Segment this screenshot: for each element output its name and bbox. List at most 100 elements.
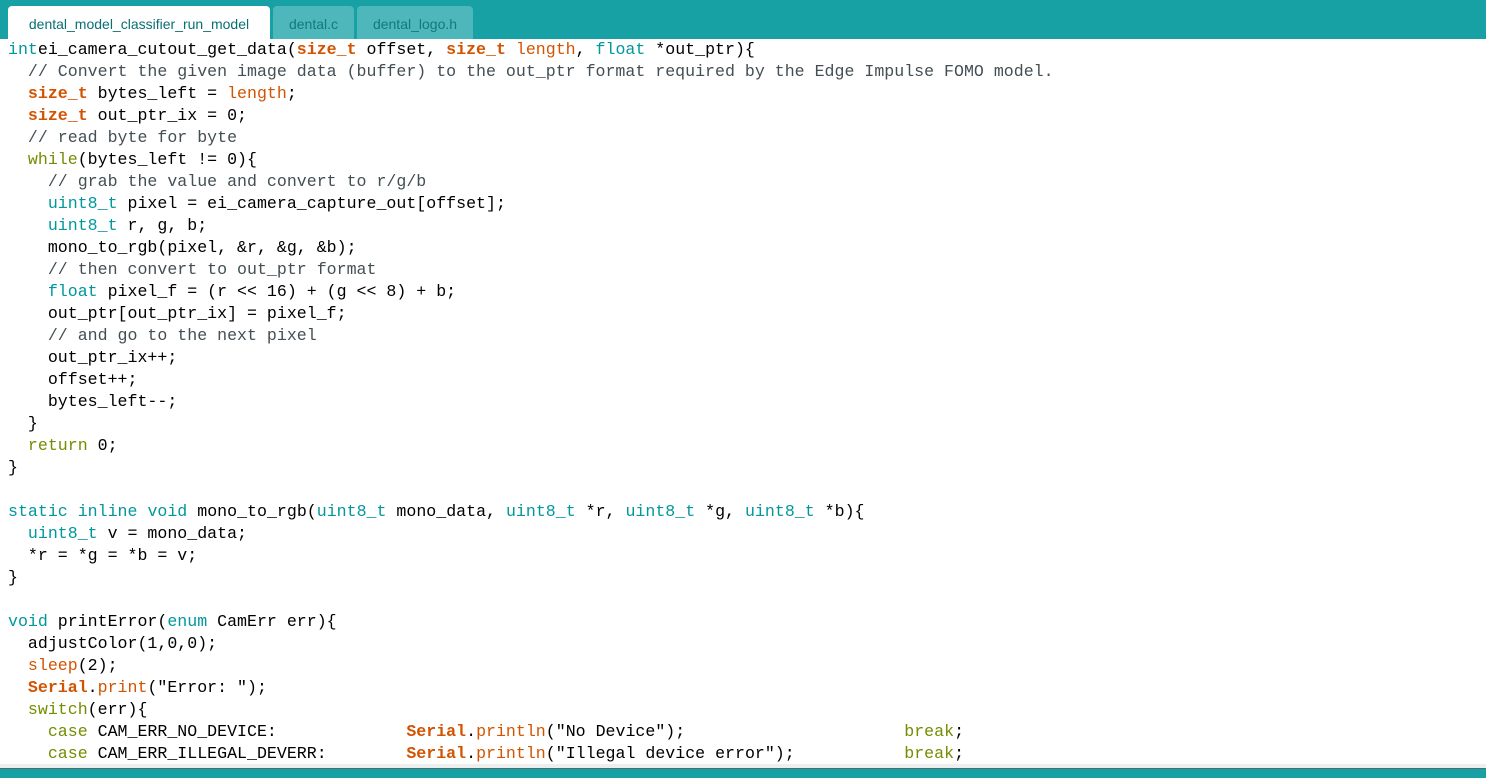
code-token: Serial: [406, 722, 467, 741]
code-line[interactable]: ​: [8, 589, 1054, 611]
code-line[interactable]: void printError(enum CamErr err){: [8, 611, 1054, 633]
code-line[interactable]: // then convert to out_ptr format: [8, 259, 1054, 281]
code-token: printError(: [47, 612, 168, 631]
code-token: sleep: [27, 656, 78, 675]
code-text[interactable]: intei_camera_cutout_get_data(size_t offs…: [8, 39, 1054, 764]
code-token: Serial: [406, 744, 467, 763]
code-line[interactable]: switch(err){: [8, 699, 1054, 721]
code-token: }: [8, 458, 18, 477]
code-line[interactable]: uint8_t v = mono_data;: [8, 523, 1054, 545]
code-token: }: [8, 414, 38, 433]
code-token: inline: [77, 502, 138, 521]
code-token: pixel_f = (r << 16) + (g << 8) + b;: [97, 282, 457, 301]
code-line[interactable]: }: [8, 413, 1054, 435]
code-token: offset,: [356, 40, 447, 59]
code-line[interactable]: size_t out_ptr_ix = 0;: [8, 105, 1054, 127]
code-token: size_t: [27, 106, 88, 125]
code-line[interactable]: return 0;: [8, 435, 1054, 457]
code-line[interactable]: static inline void mono_to_rgb(uint8_t m…: [8, 501, 1054, 523]
code-line[interactable]: intei_camera_cutout_get_data(size_t offs…: [8, 39, 1054, 61]
code-token: *r,: [575, 502, 626, 521]
code-line[interactable]: adjustColor(1,0,0);: [8, 633, 1054, 655]
code-token: bytes_left--;: [8, 392, 178, 411]
code-token: ,: [575, 40, 596, 59]
code-token: CamErr err){: [207, 612, 337, 631]
tab-dental-c[interactable]: dental.c: [273, 6, 354, 39]
code-line[interactable]: offset++;: [8, 369, 1054, 391]
code-token: r, g, b;: [117, 216, 208, 235]
code-token: case: [47, 744, 88, 763]
status-bar: [0, 769, 1486, 778]
code-token: void: [147, 502, 188, 521]
code-token: void: [8, 612, 48, 631]
code-line[interactable]: uint8_t pixel = ei_camera_capture_out[of…: [8, 193, 1054, 215]
code-line[interactable]: size_t bytes_left = length;: [8, 83, 1054, 105]
code-token: length: [227, 84, 287, 103]
code-token: ei_camera_cutout_get_data(: [37, 40, 297, 59]
code-token: // Convert the given image data (buffer)…: [27, 62, 1054, 81]
code-token: pixel = ei_camera_capture_out[offset];: [117, 194, 506, 213]
code-token: uint8_t: [47, 194, 118, 213]
code-line[interactable]: while(bytes_left != 0){: [8, 149, 1054, 171]
code-token: break: [904, 722, 955, 741]
code-token: *out_ptr){: [645, 40, 755, 59]
code-line[interactable]: *r = *g = *b = v;: [8, 545, 1054, 567]
code-line[interactable]: // read byte for byte: [8, 127, 1054, 149]
code-token: ("No Device");: [545, 722, 905, 741]
code-editor[interactable]: intei_camera_cutout_get_data(size_t offs…: [0, 39, 1486, 764]
code-token: (bytes_left != 0){: [77, 150, 257, 169]
code-line[interactable]: out_ptr_ix++;: [8, 347, 1054, 369]
code-token: Serial: [27, 678, 88, 697]
code-token: float: [47, 282, 98, 301]
tab-dental-logo-h[interactable]: dental_logo.h: [357, 6, 473, 39]
code-line[interactable]: Serial.print("Error: ");: [8, 677, 1054, 699]
code-line[interactable]: ​: [8, 479, 1054, 501]
code-token: CAM_ERR_NO_DEVICE:: [87, 722, 407, 741]
code-line[interactable]: // grab the value and convert to r/g/b: [8, 171, 1054, 193]
code-token: uint8_t: [316, 502, 387, 521]
code-token: ("Error: ");: [147, 678, 267, 697]
tab-dental-model-classifier-run-model[interactable]: dental_model_classifier_run_model: [8, 6, 270, 39]
code-token: float: [595, 40, 646, 59]
editor-tab-bar: dental_model_classifier_run_model dental…: [0, 0, 1486, 39]
code-line[interactable]: uint8_t r, g, b;: [8, 215, 1054, 237]
code-line[interactable]: sleep(2);: [8, 655, 1054, 677]
code-line[interactable]: case CAM_ERR_NO_DEVICE: Serial.println("…: [8, 721, 1054, 743]
code-line[interactable]: mono_to_rgb(pixel, &r, &g, &b);: [8, 237, 1054, 259]
code-token: println: [476, 744, 546, 763]
code-token: static: [8, 502, 68, 521]
code-token: .: [87, 678, 98, 697]
code-token: uint8_t: [744, 502, 815, 521]
code-token: out_ptr_ix = 0;: [87, 106, 247, 125]
code-token: ;: [954, 722, 965, 741]
code-token: size_t: [296, 40, 357, 59]
code-token: v = mono_data;: [97, 524, 248, 543]
code-line[interactable]: out_ptr[out_ptr_ix] = pixel_f;: [8, 303, 1054, 325]
code-token: while: [27, 150, 78, 169]
code-line[interactable]: // and go to the next pixel: [8, 325, 1054, 347]
code-token: 0;: [87, 436, 118, 455]
code-line[interactable]: float pixel_f = (r << 16) + (g << 8) + b…: [8, 281, 1054, 303]
code-line[interactable]: case CAM_ERR_ILLEGAL_DEVERR: Serial.prin…: [8, 743, 1054, 764]
code-token: mono_data,: [386, 502, 506, 521]
code-line[interactable]: }: [8, 567, 1054, 589]
code-token: .: [466, 722, 477, 741]
code-line[interactable]: }: [8, 457, 1054, 479]
code-token: }: [8, 568, 18, 587]
code-line[interactable]: // Convert the given image data (buffer)…: [8, 61, 1054, 83]
code-line[interactable]: bytes_left--;: [8, 391, 1054, 413]
code-token: size_t: [446, 40, 506, 59]
